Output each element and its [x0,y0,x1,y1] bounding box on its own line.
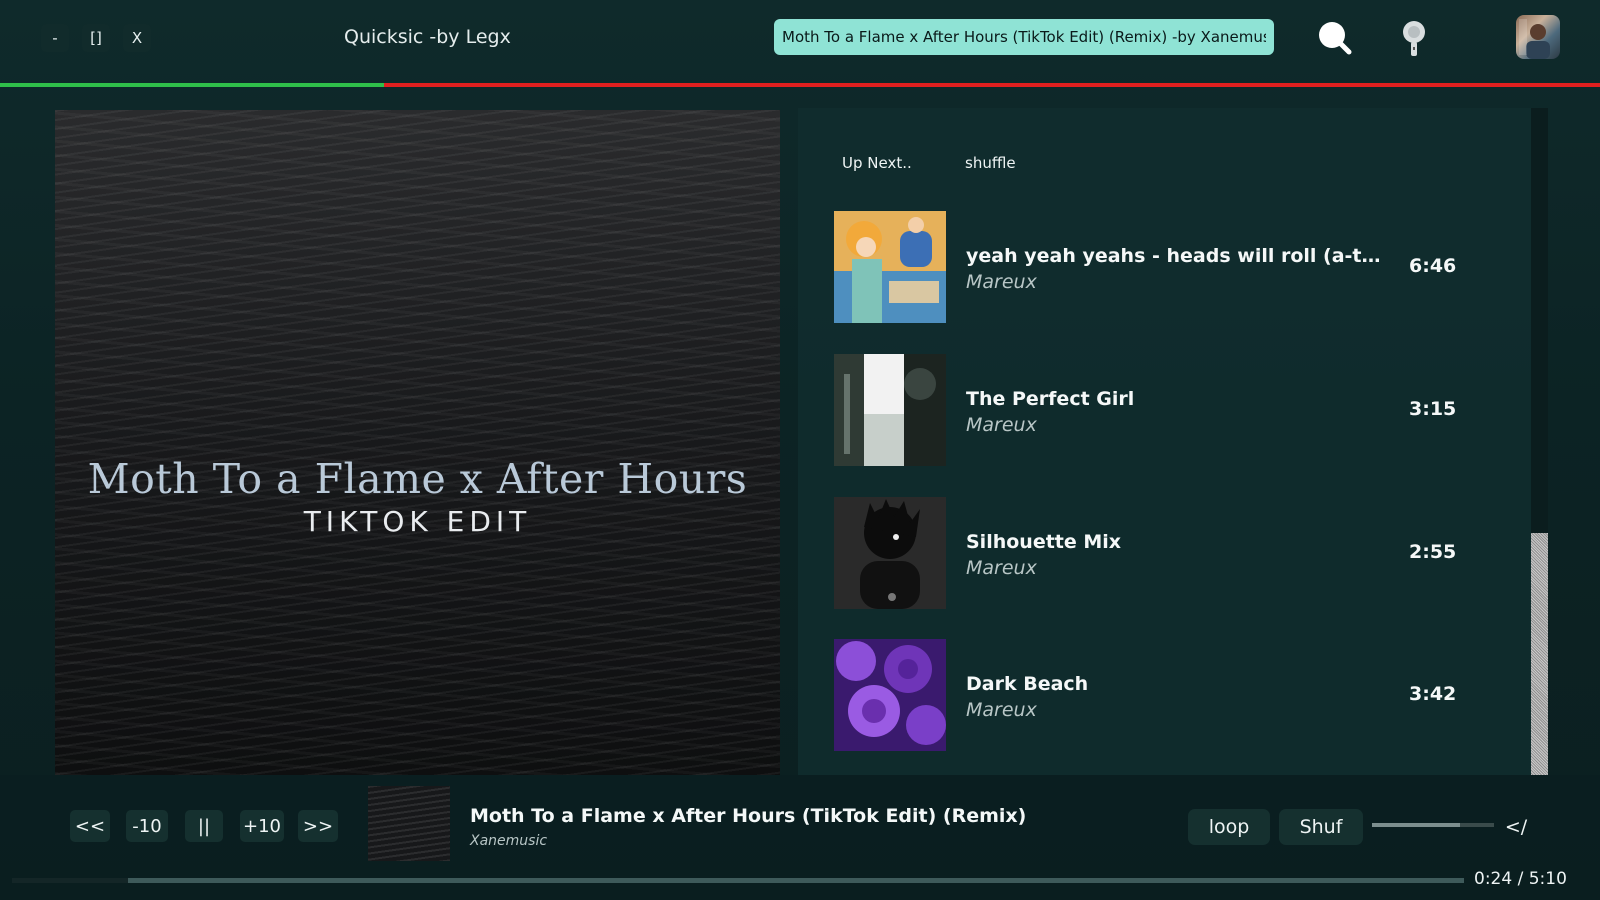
tab-shuffle[interactable]: shuffle [957,150,1024,176]
close-button[interactable]: X [123,24,151,52]
shuffle-button[interactable]: Shuf [1279,809,1363,845]
album-cover: Moth To a Flame x After Hours TIKTOK EDI… [55,110,780,775]
track-title: Dark Beach [966,673,1089,695]
title-bar: - [] X Quicksic -by Legx [0,0,1600,80]
track-duration: 6:46 [1409,255,1457,277]
track-thumbnail [834,211,946,323]
code-button[interactable]: </ [1500,809,1532,845]
track-artist: Mareux [966,271,1037,293]
track-artist: Mareux [966,414,1037,436]
queue-item[interactable]: Silhouette Mix Mareux 2:55 [834,497,1484,609]
minimize-button[interactable]: - [41,24,69,52]
cover-title: Moth To a Flame x After Hours [87,455,748,503]
search-icon[interactable] [1314,18,1354,58]
pause-button[interactable]: || [185,810,223,842]
top-progress-fill [0,83,384,87]
queue-item[interactable]: Dark Beach Mareux 3:42 [834,639,1484,751]
rewind-10-button[interactable]: -10 [126,810,168,842]
queue-scrollbar[interactable] [1531,108,1548,775]
volume-fill [1372,823,1460,827]
previous-button[interactable]: << [70,810,110,842]
track-duration: 2:55 [1409,541,1457,563]
track-title: yeah yeah yeahs - heads will roll (a-tra… [966,245,1386,267]
queue-item[interactable]: yeah yeah yeahs - heads will roll (a-tra… [834,211,1484,323]
tab-up-next[interactable]: Up Next.. [834,150,920,176]
now-playing-thumbnail [368,786,450,861]
search-input[interactable] [774,19,1274,55]
track-duration: 3:15 [1409,398,1457,420]
loop-button[interactable]: loop [1188,809,1270,845]
user-avatar[interactable] [1516,15,1560,59]
player-bar: << -10 || +10 >> Moth To a Flame x After… [0,775,1600,900]
track-duration: 3:42 [1409,683,1457,705]
track-artist: Mareux [966,557,1037,579]
playback-time: 0:24 / 5:10 [1474,869,1567,889]
seek-fill [12,878,129,883]
track-title: Silhouette Mix [966,531,1122,553]
top-progress-bar [0,83,1600,87]
microphone-icon[interactable] [1394,18,1434,58]
now-playing-artist: Xanemusic [470,833,548,849]
track-thumbnail [834,639,946,751]
scrollbar-thumb[interactable] [1531,533,1548,775]
track-thumbnail [834,354,946,466]
forward-10-button[interactable]: +10 [240,810,284,842]
seek-bar[interactable] [12,878,1464,883]
maximize-button[interactable]: [] [82,24,110,52]
now-playing-title: Moth To a Flame x After Hours (TikTok Ed… [470,805,1027,827]
track-artist: Mareux [966,699,1037,721]
cover-subtitle: TIKTOK EDIT [303,505,532,538]
next-button[interactable]: >> [298,810,338,842]
queue-item[interactable]: The Perfect Girl Mareux 3:15 [834,354,1484,466]
track-thumbnail [834,497,946,609]
up-next-panel: Up Next.. shuffle yeah yeah yeahs - head… [798,108,1533,775]
volume-slider[interactable] [1372,823,1494,827]
track-title: The Perfect Girl [966,388,1135,410]
app-title: Quicksic -by Legx [344,26,511,48]
